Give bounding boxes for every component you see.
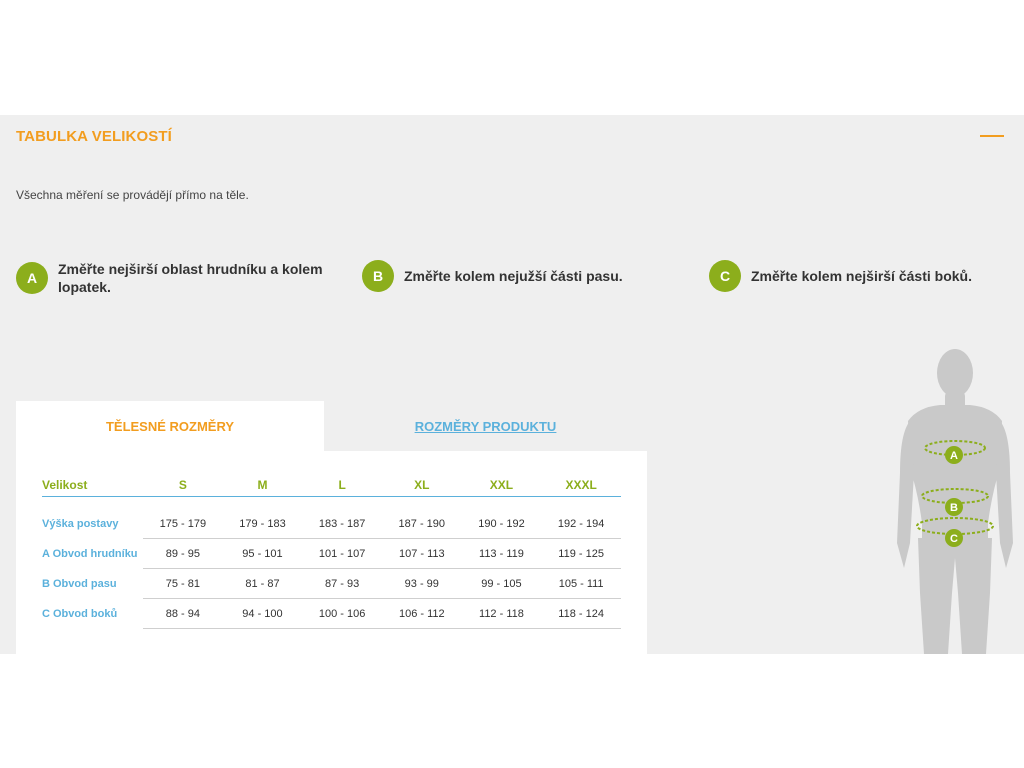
step-c: C Změřte kolem nejširší části boků. — [709, 260, 1009, 292]
table-cell: 87 - 93 — [302, 568, 382, 599]
marker-b-label: B — [950, 502, 958, 514]
table-row: A Obvod hrudníku 89 - 95 95 - 101 101 - … — [42, 538, 621, 569]
table-cell: 179 - 183 — [222, 509, 303, 539]
tab-body-measurements-label: TĚLESNÉ ROZMĚRY — [105, 418, 235, 434]
table-cell: 105 - 111 — [541, 568, 621, 599]
table-cell: 93 - 99 — [381, 568, 462, 599]
header-size: Velikost — [42, 474, 143, 497]
row-label: C Obvod boků — [42, 607, 118, 620]
step-b: B Změřte kolem nejužší části pasu. — [362, 260, 662, 292]
table-cell: 113 - 119 — [461, 538, 542, 569]
table-cell: 101 - 107 — [302, 538, 382, 569]
tab-product-measurements[interactable]: ROZMĚRY PRODUKTU — [324, 401, 647, 451]
table-cell: 88 - 94 — [143, 598, 223, 629]
body-silhouette-icon: A B C — [897, 349, 1013, 654]
size-chart-section: TABULKA VELIKOSTÍ Všechna měření se prov… — [0, 115, 1024, 654]
table-row: B Obvod pasu 75 - 81 81 - 87 87 - 93 93 … — [42, 568, 621, 599]
table-cell: 100 - 106 — [302, 598, 382, 629]
table-cell: 112 - 118 — [461, 598, 542, 629]
table-cell: 187 - 190 — [381, 509, 462, 539]
size-table-panel: Velikost S M L XL XXL XXXL Výška postavy… — [16, 451, 647, 654]
badge-c: C — [709, 260, 741, 292]
size-table: Velikost S M L XL XXL XXXL Výška postavy… — [42, 474, 621, 629]
table-cell: 107 - 113 — [381, 538, 462, 569]
table-cell: 118 - 124 — [541, 598, 621, 629]
table-cell: 192 - 194 — [541, 509, 621, 539]
table-cell: 95 - 101 — [222, 538, 303, 569]
step-b-text: Změřte kolem nejužší části pasu. — [404, 268, 623, 284]
table-cell: 89 - 95 — [143, 538, 223, 569]
section-title: TABULKA VELIKOSTÍ — [16, 128, 172, 145]
step-a-text: Změřte nejširší oblast hrudníku a kolem … — [58, 261, 323, 295]
header-m: M — [222, 474, 303, 497]
table-cell: 190 - 192 — [461, 509, 542, 539]
row-label: Výška postavy — [42, 517, 119, 530]
header-s: S — [143, 474, 223, 497]
table-cell: 175 - 179 — [143, 509, 223, 539]
marker-a-label: A — [950, 450, 958, 462]
table-row: Výška postavy 175 - 179 179 - 183 183 - … — [42, 509, 621, 539]
badge-b: B — [362, 260, 394, 292]
header-xxl: XXL — [461, 474, 542, 497]
table-cell: 106 - 112 — [381, 598, 462, 629]
row-label: A Obvod hrudníku — [42, 547, 138, 560]
table-cell: 183 - 187 — [302, 509, 382, 539]
table-cell: 75 - 81 — [143, 568, 223, 599]
measurement-note: Všechna měření se provádějí přímo na těl… — [16, 188, 249, 202]
marker-c-label: C — [950, 533, 958, 545]
table-header-row: Velikost S M L XL XXL XXXL — [42, 474, 621, 497]
step-a: A Změřte nejširší oblast hrudníku a kole… — [16, 260, 326, 296]
step-c-text: Změřte kolem nejširší části boků. — [751, 268, 972, 284]
table-cell: 99 - 105 — [461, 568, 542, 599]
table-row: C Obvod boků 88 - 94 94 - 100 100 - 106 … — [42, 598, 621, 629]
badge-a: A — [16, 262, 48, 294]
collapse-toggle-icon[interactable] — [980, 135, 1004, 137]
table-cell: 119 - 125 — [541, 538, 621, 569]
table-cell: 94 - 100 — [222, 598, 303, 629]
header-xl: XL — [381, 474, 462, 497]
header-l: L — [302, 474, 382, 497]
row-label: B Obvod pasu — [42, 577, 117, 590]
tab-body-measurements[interactable]: TĚLESNÉ ROZMĚRY — [16, 401, 324, 451]
header-xxxl: XXXL — [541, 474, 621, 497]
tab-product-measurements-label: ROZMĚRY PRODUKTU — [414, 418, 557, 434]
table-cell: 81 - 87 — [222, 568, 303, 599]
